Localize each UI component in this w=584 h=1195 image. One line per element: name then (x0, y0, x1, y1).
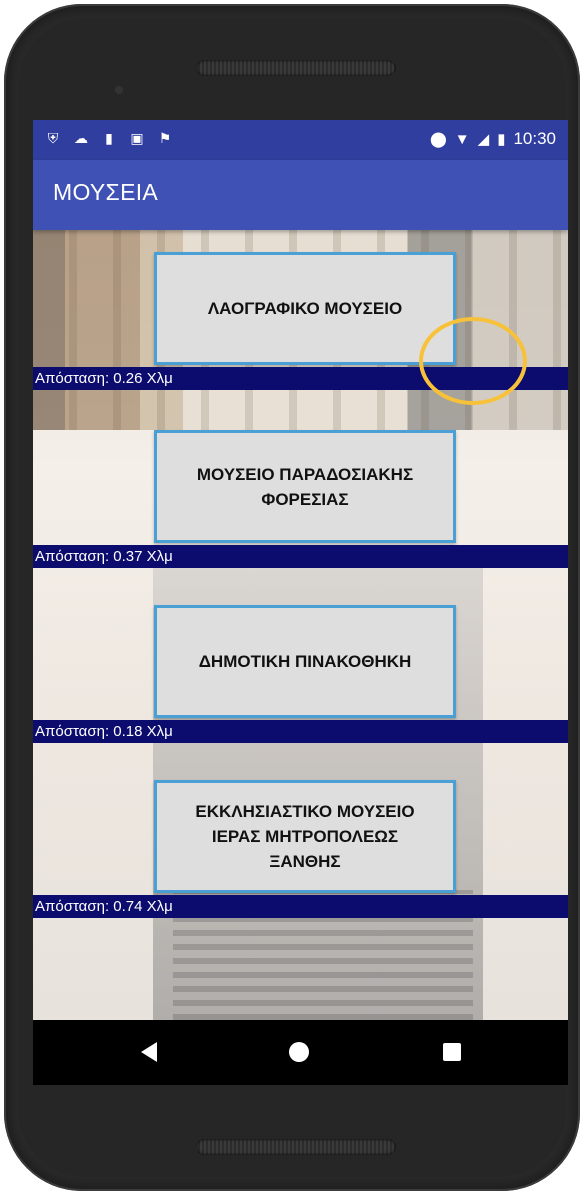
navigation-bar (33, 1020, 568, 1085)
app-bar: ΜΟΥΣΕΙΑ (33, 160, 568, 230)
device-screen: ⛨ ☁ ▮ ▣ ⚑ ⬤ ▼ ◢ ▮ 10:30 ΜΟΥΣΕΙΑ ΛΑΟΓΡΑΦΙ… (33, 120, 568, 1085)
museum-button-folklore[interactable]: ΛΑΟΓΡΑΦΙΚΟ ΜΟΥΣΕΙΟ (154, 252, 456, 365)
page-title: ΜΟΥΣΕΙΑ (53, 179, 159, 205)
status-bar: ⛨ ☁ ▮ ▣ ⚑ ⬤ ▼ ◢ ▮ 10:30 (33, 120, 568, 160)
recent-apps-icon[interactable] (443, 1043, 461, 1061)
shield-icon: ⛨ (47, 130, 59, 146)
distance-label: Απόσταση: 0.18 Χλμ (33, 720, 568, 743)
system-icons: ⬤ ▼ ◢ ▮ 10:30 (430, 129, 556, 149)
distance-label: Απόσταση: 0.37 Χλμ (33, 545, 568, 568)
flag-icon: ⚑ (158, 130, 172, 146)
museum-button-ecclesiastical[interactable]: ΕΚΚΛΗΣΙΑΣΤΙΚΟ ΜΟΥΣΕΙΟ ΙΕΡΑΣ ΜΗΤΡΟΠΟΛΕΩΣ … (154, 780, 456, 893)
back-icon[interactable] (141, 1042, 157, 1062)
notification-icons: ⛨ ☁ ▮ ▣ ⚑ (45, 130, 173, 146)
status-time: 10:30 (513, 129, 556, 148)
sd-card-icon: ▮ (105, 130, 113, 146)
front-camera (115, 86, 123, 94)
museum-button-municipal-gallery[interactable]: ΔΗΜΟΤΙΚΗ ΠΙΝΑΚΟΘΗΚΗ (154, 605, 456, 718)
home-icon[interactable] (289, 1042, 309, 1062)
museum-button-traditional-costume[interactable]: ΜΟΥΣΕΙΟ ΠΑΡΑΔΟΣΙΑΚΗΣ ΦΟΡΕΣΙΑΣ (154, 430, 456, 543)
location-icon: ⬤ (429, 131, 447, 148)
image-icon: ▣ (130, 130, 144, 146)
cloud-icon: ☁ (74, 130, 88, 146)
touch-indicator (419, 317, 527, 405)
wifi-icon: ▼ (454, 130, 470, 148)
earpiece-speaker (196, 60, 396, 76)
signal-icon: ◢ (477, 131, 490, 148)
battery-icon: ▮ (497, 131, 506, 148)
bottom-speaker (196, 1139, 396, 1155)
distance-label: Απόσταση: 0.74 Χλμ (33, 895, 568, 918)
